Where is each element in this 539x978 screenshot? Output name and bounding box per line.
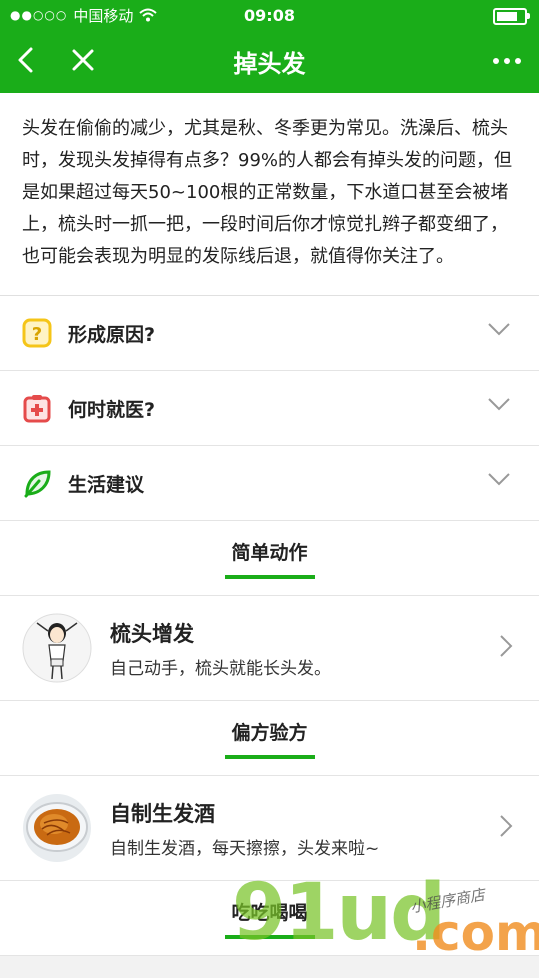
hair-tonic-thumbnail [22,793,92,863]
section-title: 简单动作 [231,541,308,564]
medical-kit-icon [22,393,52,423]
accordion-label: 何时就医? [68,398,156,421]
more-dot [515,58,521,64]
accordion-list: ? 形成原因? 何时就医? 生活建议 [0,296,539,521]
card-title: 自制生发酒 [110,801,215,826]
comb-hair-thumbnail [22,613,92,683]
section-header-actions: 简单动作 [0,521,539,596]
signal-strength: ●●○○○ [10,8,68,22]
section-header-food: 吃吃喝喝 [0,881,539,956]
section-underline [224,754,315,759]
intro-text: 头发在偷偷的减少，尤其是秋、冬季更为常见。洗澡后、梳头时，发现头发掉得有点多？9… [0,93,539,296]
card-hair-tonic[interactable]: 自制生发酒 自制生发酒，每天擦擦，头发来啦~ [0,776,539,881]
more-button[interactable] [489,46,525,76]
card-comb-hair[interactable]: 梳头增发 自己动手，梳头就能长头发。 [0,596,539,701]
section-title: 偏方验方 [231,721,308,744]
close-icon [72,49,94,71]
chevron-right-icon [500,635,513,657]
status-bar: ●●○○○ 中国移动 09:08 [0,0,539,30]
chevron-left-icon [18,47,33,73]
card-text: 自制生发酒 自制生发酒，每天擦擦，头发来啦~ [110,798,379,859]
chevron-down-icon [488,323,510,336]
section-underline [224,934,315,939]
leaf-icon [22,468,52,498]
close-button[interactable] [66,42,100,78]
card-title: 梳头增发 [110,621,194,646]
card-text: 梳头增发 自己动手，梳头就能长头发。 [110,618,331,679]
status-left: ●●○○○ 中国移动 [10,5,158,26]
more-dot [504,58,510,64]
chevron-down-icon [488,398,510,411]
more-dot [493,58,499,64]
card-description: 自制生发酒，每天擦擦，头发来啦~ [110,838,380,859]
back-button[interactable] [10,42,40,78]
section-underline [224,574,315,579]
nav-bar: 掉头发 [0,30,539,93]
accordion-when-to-see-doctor[interactable]: 何时就医? [0,371,539,446]
accordion-label: 生活建议 [68,473,145,496]
top-bar: ●●○○○ 中国移动 09:08 掉头发 [0,0,539,93]
section-header-remedies: 偏方验方 [0,701,539,776]
chevron-right-icon [500,815,513,837]
wifi-icon [139,8,158,22]
section-title: 吃吃喝喝 [231,901,308,924]
svg-text:?: ? [32,324,42,345]
chevron-down-icon [488,473,510,486]
battery-icon [493,8,530,25]
accordion-causes[interactable]: ? 形成原因? [0,296,539,371]
accordion-lifestyle[interactable]: 生活建议 [0,446,539,521]
carrier-name: 中国移动 [73,6,134,25]
accordion-label: 形成原因? [68,323,156,346]
card-description: 自己动手，梳头就能长头发。 [110,658,331,679]
question-icon: ? [22,318,52,348]
